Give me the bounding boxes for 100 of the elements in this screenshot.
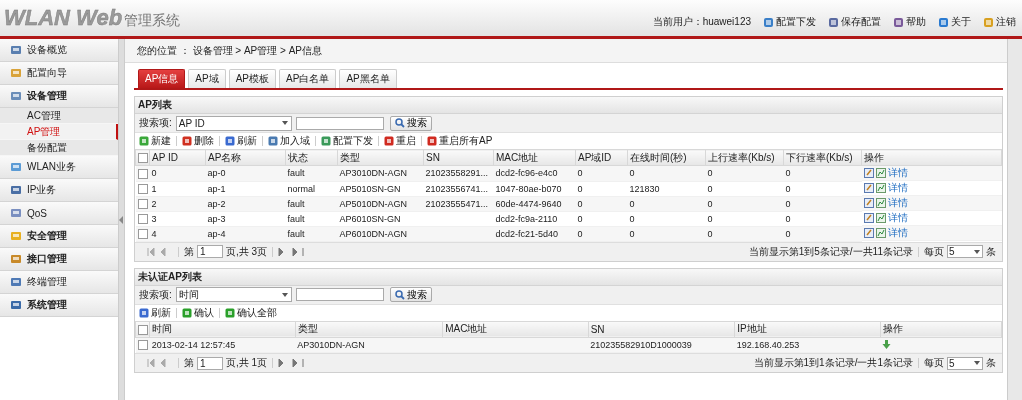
chart-icon[interactable] (875, 168, 886, 178)
toolbar-button[interactable]: 重启所有AP (427, 134, 493, 148)
column-header: MAC地址 (442, 321, 589, 337)
search-dropdown[interactable]: AP ID (175, 115, 292, 131)
table-cell: 210235582910D1000039 (590, 339, 692, 350)
search-field[interactable] (295, 288, 384, 301)
sidebar-item[interactable]: 系统管理 (0, 294, 118, 317)
table-cell: fault (287, 228, 305, 239)
table-cell: dcd2-fc96-e4c0 (495, 168, 558, 179)
tab[interactable]: AP白名单 (279, 69, 337, 88)
row-checkbox[interactable] (137, 168, 148, 179)
page-input[interactable]: 1 (197, 245, 223, 258)
table-cell: 0 (785, 213, 791, 224)
detail-link[interactable]: 详情 (887, 211, 908, 225)
search-button[interactable]: 搜索 (389, 115, 432, 131)
edit-icon[interactable] (863, 228, 874, 238)
search-icon (394, 289, 405, 300)
search-label: 搜索项: (139, 287, 172, 302)
per-page-dropdown[interactable]: 5 (947, 245, 983, 258)
caret-icon (973, 248, 981, 255)
column-header: 时间 (149, 321, 296, 337)
toolbar-button[interactable]: 确认 (182, 305, 214, 320)
chart-icon[interactable] (875, 213, 886, 223)
edit-icon[interactable] (863, 183, 874, 193)
search-field[interactable] (295, 116, 384, 130)
edit-icon[interactable] (863, 198, 874, 208)
toolbar-button[interactable]: 刷新 (139, 305, 171, 320)
sidebar-subitem[interactable]: AC管理 (0, 108, 118, 124)
column-header: AP ID (149, 149, 206, 166)
tab[interactable]: AP黑名单 (339, 69, 397, 88)
column-header: SN (423, 149, 494, 166)
sidebar-item[interactable]: QoS (0, 202, 118, 225)
next-last-icon[interactable] (278, 247, 305, 256)
select-all-checkbox[interactable] (138, 324, 148, 335)
next-last-icon[interactable] (278, 359, 305, 367)
per-page-dropdown[interactable]: 5 (947, 356, 983, 370)
header-link[interactable]: 帮助 (893, 15, 926, 29)
toolbar-button[interactable]: 刷新 (225, 134, 257, 148)
detail-link[interactable]: 详情 (887, 226, 908, 240)
row-checkbox[interactable] (137, 340, 148, 351)
table-cell: 192.168.40.253 (736, 339, 800, 350)
toolbar-button[interactable]: 删除 (182, 134, 214, 148)
table-cell: dcd2-fc9a-2110 (495, 213, 558, 224)
page-label: 第 (184, 356, 194, 370)
search-button[interactable]: 搜索 (389, 287, 432, 302)
edit-icon[interactable] (863, 213, 874, 223)
page-label: 第 (184, 244, 194, 259)
column-header: IP地址 (734, 321, 881, 337)
toolbar-button[interactable]: 新建 (139, 134, 171, 148)
toolbar-button[interactable]: 配置下发 (321, 134, 373, 148)
detail-link[interactable]: 详情 (887, 181, 908, 195)
column-header: AP域ID (575, 149, 628, 166)
select-all-checkbox[interactable] (138, 153, 148, 164)
table-cell: ap-1 (207, 183, 226, 194)
toolbar-button[interactable]: 加入域 (268, 134, 310, 148)
sidebar-item[interactable]: 终端管理 (0, 271, 118, 294)
sidebar-item[interactable]: 设备管理 (0, 85, 118, 108)
table-cell: 0 (629, 228, 635, 239)
tab[interactable]: AP信息 (138, 69, 186, 88)
table-cell: 21023555471... (425, 198, 489, 209)
sidebar-subitem[interactable]: 备份配置 (0, 140, 118, 156)
row-checkbox[interactable] (137, 213, 148, 224)
chart-icon[interactable] (875, 198, 886, 208)
panel-title: 未认证AP列表 (135, 268, 1002, 286)
sidebar-item[interactable]: 配置向导 (0, 62, 118, 85)
table-cell: 0 (785, 183, 791, 194)
header-link[interactable]: 关于 (938, 15, 971, 29)
download-icon[interactable] (882, 339, 892, 350)
row-checkbox[interactable] (137, 198, 148, 209)
toolbar-button[interactable]: 重启 (384, 134, 416, 148)
column-header: 状态 (285, 149, 338, 166)
breadcrumb: 您的位置 ： 设备管理 > AP管理 > AP信息 (125, 39, 1007, 63)
header-link[interactable]: 注销 (983, 15, 1016, 29)
header-link[interactable]: 配置下发 (763, 15, 816, 29)
sidebar-item[interactable]: 安全管理 (0, 225, 118, 248)
table-cell: dcd2-fc21-5d40 (495, 228, 559, 239)
row-checkbox[interactable] (137, 228, 148, 239)
search-dropdown[interactable]: 时间 (175, 287, 292, 302)
detail-link[interactable]: 详情 (887, 166, 908, 180)
chart-icon[interactable] (875, 228, 886, 238)
chart-icon[interactable] (875, 183, 886, 193)
sidebar-item[interactable]: 接口管理 (0, 248, 118, 271)
table-cell: 0 (577, 183, 583, 194)
header-link[interactable]: 保存配置 (828, 15, 881, 29)
table-cell: 2 (151, 198, 157, 209)
detail-link[interactable]: 详情 (887, 196, 908, 210)
row-checkbox[interactable] (137, 183, 148, 194)
sidebar-item[interactable]: WLAN业务 (0, 156, 118, 179)
table-cell: AP3010DN-AGN (297, 339, 365, 350)
column-header: 操作 (861, 149, 1002, 166)
tab[interactable]: AP模板 (228, 69, 277, 88)
sidebar-item[interactable]: IP业务 (0, 179, 118, 202)
edit-icon[interactable] (863, 168, 874, 178)
toolbar-button[interactable]: 确认全部 (225, 305, 277, 320)
sidebar-subitem[interactable]: AP管理 (0, 124, 118, 140)
column-header: AP名称 (205, 149, 286, 166)
scrollbar[interactable] (1007, 39, 1022, 400)
sidebar-item[interactable]: 设备概览 (0, 39, 118, 62)
tab[interactable]: AP域 (188, 69, 226, 88)
page-input[interactable]: 1 (197, 356, 223, 370)
